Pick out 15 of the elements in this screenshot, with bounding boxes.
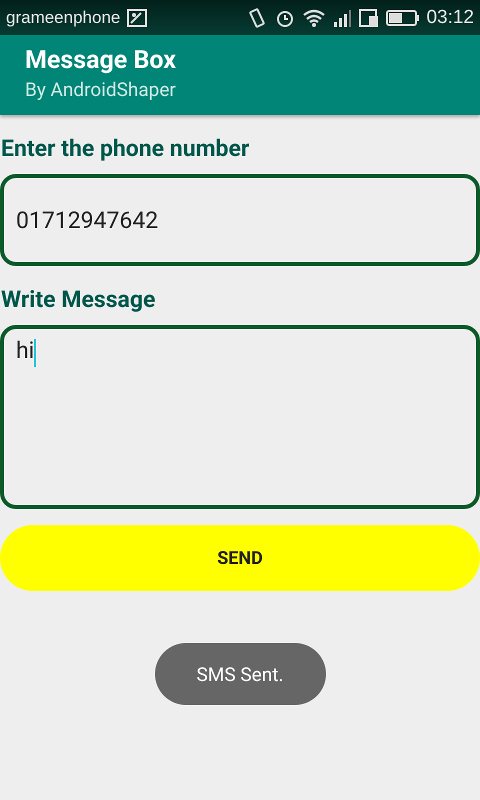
- wifi-icon: [302, 8, 326, 28]
- signal-icon: [332, 8, 352, 28]
- clock: 03:12: [426, 6, 474, 28]
- message-field[interactable]: hi: [0, 325, 480, 509]
- send-button[interactable]: SEND: [0, 525, 480, 591]
- sim-icon: [358, 6, 380, 28]
- app-title: Message Box: [25, 45, 177, 77]
- carrier-name: grameenphone: [6, 8, 120, 28]
- field-label: Enter the phone number: [1, 134, 250, 164]
- field-label: Write Message: [1, 285, 156, 315]
- image-icon: [126, 8, 148, 28]
- toast: SMS Sent.: [154, 643, 326, 705]
- app-subtitle: By AndroidShaper: [25, 77, 177, 103]
- phone-field[interactable]: 01712947642: [0, 174, 480, 266]
- battery-icon: [386, 8, 420, 28]
